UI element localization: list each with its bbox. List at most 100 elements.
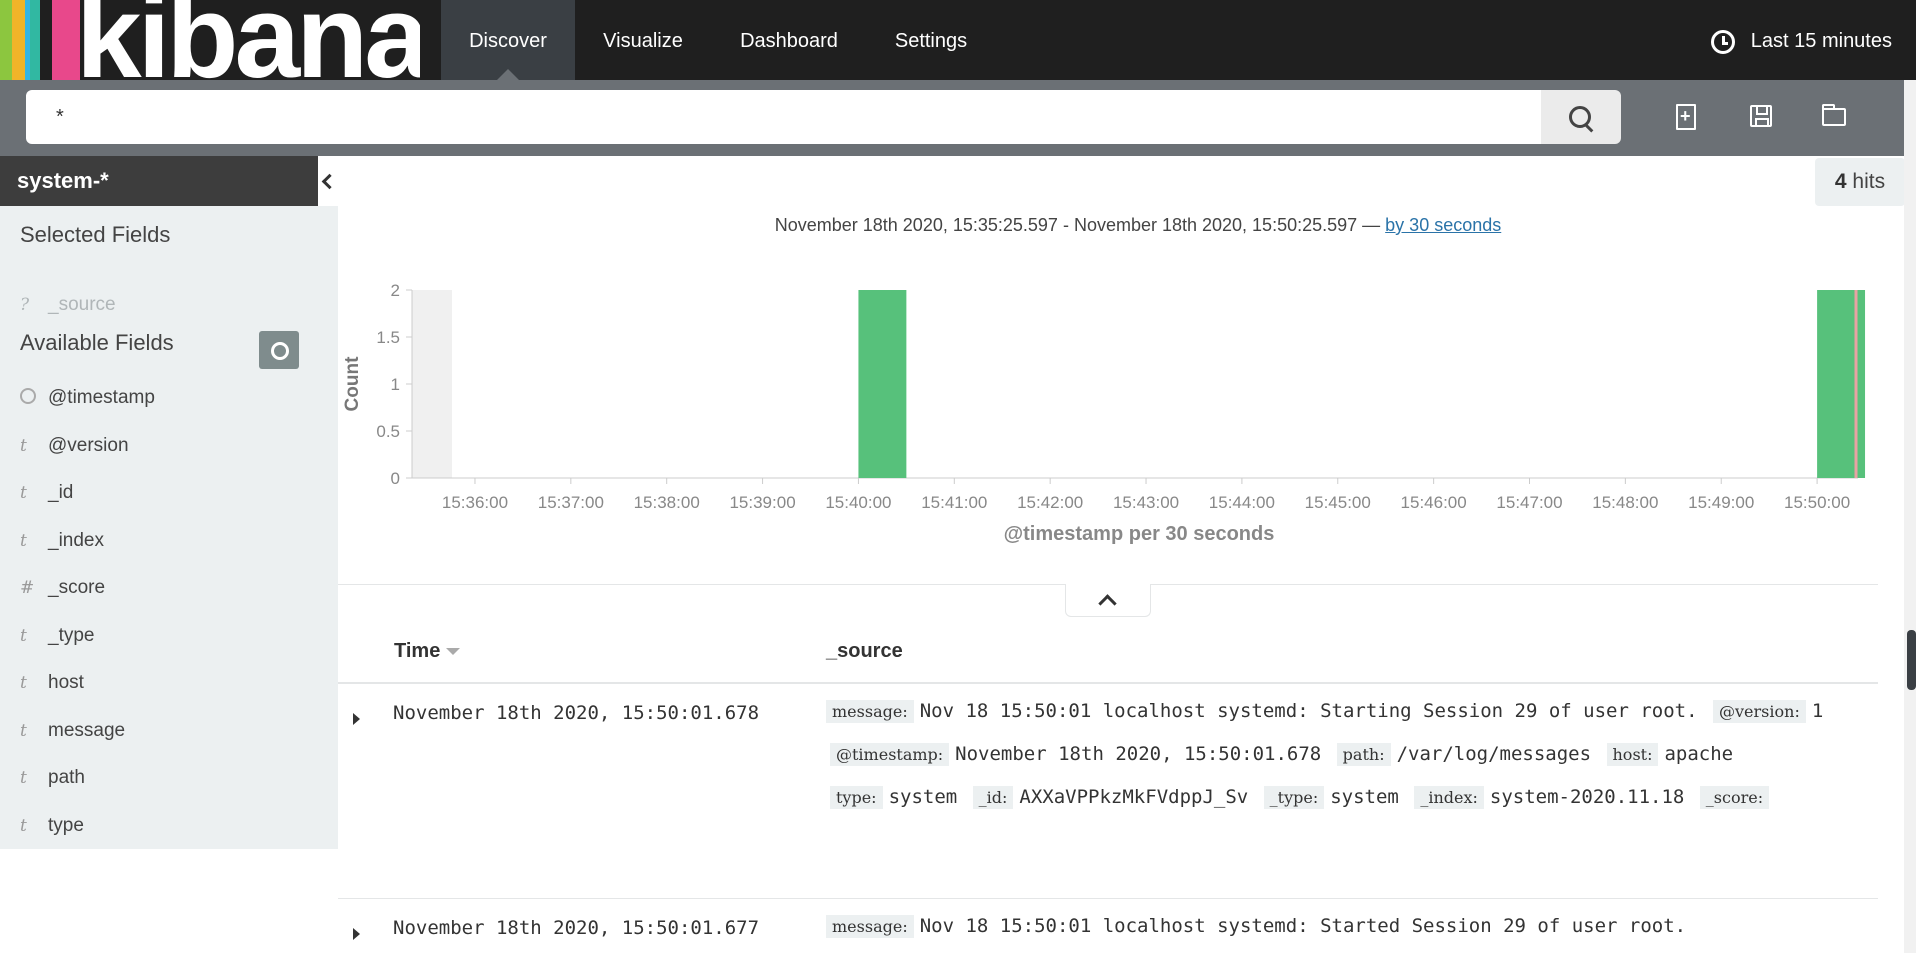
source-field: type: system <box>830 786 958 809</box>
expand-row-icon[interactable] <box>353 928 360 940</box>
field-item-score[interactable]: # _score <box>20 573 105 603</box>
column-header-label: Time <box>394 640 441 662</box>
source-field: message: Nov 18 15:50:01 localhost system… <box>826 915 1687 938</box>
field-item-index[interactable]: t _index <box>20 526 104 556</box>
source-key: _score: <box>1699 786 1770 809</box>
x-tick-label: 15:43:00 <box>1113 493 1179 512</box>
row-divider <box>338 898 1878 899</box>
collapse-sidebar-button[interactable] <box>318 156 338 206</box>
time-picker[interactable]: Last 15 minutes <box>1710 0 1892 80</box>
source-key: host: <box>1606 743 1659 766</box>
field-name: _source <box>48 294 116 315</box>
hits-count: 4 <box>1834 170 1847 193</box>
field-type-icon: t <box>20 436 27 456</box>
field-item-timestamp[interactable]: @timestamp <box>20 383 155 413</box>
x-tick-label: 15:41:00 <box>921 493 987 512</box>
save-icon <box>1750 105 1772 127</box>
time-range-label: Last 15 minutes <box>1750 30 1892 52</box>
interval-link[interactable]: by 30 seconds <box>1385 215 1501 235</box>
field-name: path <box>48 767 85 788</box>
source-field: @timestamp: November 18th 2020, 15:50:01.… <box>830 743 1322 766</box>
field-item-type[interactable]: t type <box>20 811 84 841</box>
source-value: system <box>888 786 958 808</box>
field-item-version[interactable]: t @version <box>20 431 129 461</box>
tab-settings[interactable]: Settings <box>867 0 995 80</box>
tab-discover[interactable]: Discover <box>441 0 575 80</box>
field-item-id[interactable]: t _id <box>20 478 73 508</box>
clock-icon <box>1710 30 1735 54</box>
source-field: _type: system <box>1263 786 1399 809</box>
field-name: _type <box>48 625 95 646</box>
column-header-source: _source <box>826 640 903 662</box>
save-search-button[interactable] <box>1742 102 1778 138</box>
source-value: /var/log/messages <box>1396 743 1592 765</box>
source-key: type: <box>830 786 883 809</box>
row-source: message: Nov 18 15:50:01 localhost system… <box>826 905 1871 948</box>
source-value: 1 <box>1811 700 1824 722</box>
column-header-time[interactable]: Time <box>394 640 461 663</box>
field-item-message[interactable]: t message <box>20 716 125 746</box>
kibana-logo[interactable]: kibana <box>0 0 420 80</box>
field-type-icon: t <box>20 673 27 693</box>
source-value: system <box>1330 786 1399 808</box>
field-type-icon: t <box>20 626 27 646</box>
field-sidebar: system-* Selected Fields ? _source Availa… <box>0 156 338 849</box>
source-value: apache <box>1664 743 1734 765</box>
sort-down-icon[interactable] <box>446 648 461 656</box>
page-scrollbar[interactable] <box>1904 80 1916 953</box>
source-key: message: <box>826 700 914 723</box>
source-key: message: <box>826 915 914 938</box>
source-field: _index: system-2020.11.18 <box>1414 786 1684 809</box>
field-type-icon: t <box>20 768 27 788</box>
field-type-icon: t <box>20 531 27 551</box>
source-value: November 18th 2020, 15:50:01.678 <box>955 743 1322 765</box>
row-source: message: Nov 18 15:50:01 localhost system… <box>826 690 1871 819</box>
search-button[interactable] <box>1541 90 1621 144</box>
source-key: _id: <box>972 786 1014 809</box>
y-tick-label: 1.5 <box>376 328 400 347</box>
y-tick-label: 1 <box>391 375 400 394</box>
new-search-button[interactable] <box>1668 102 1704 138</box>
search-input[interactable] <box>26 90 1541 144</box>
tab-dashboard[interactable]: Dashboard <box>711 0 867 80</box>
field-item-source[interactable]: ? _source <box>20 290 116 320</box>
selected-fields-title: Selected Fields <box>20 222 171 247</box>
search-icon <box>1569 106 1591 128</box>
toggle-chart-button[interactable] <box>1065 584 1151 617</box>
tab-visualize[interactable]: Visualize <box>575 0 711 80</box>
field-type-icon: # <box>20 578 35 598</box>
index-pattern-selector[interactable]: system-* <box>0 156 318 206</box>
row-time: November 18th 2020, 15:50:01.678 <box>393 702 760 724</box>
logo-wordmark: kibana <box>76 0 420 80</box>
folder-open-icon <box>1822 104 1846 126</box>
x-axis-title: @timestamp per 30 seconds <box>1004 523 1275 545</box>
available-fields-title: Available Fields <box>20 330 174 355</box>
source-value: AXXaVPPkzMkFVdppJ_Sv <box>1019 786 1249 808</box>
source-key: _index: <box>1414 786 1484 809</box>
field-name: host <box>48 672 84 693</box>
new-document-icon <box>1676 104 1696 130</box>
search-bar <box>0 80 1916 156</box>
field-name: type <box>48 815 84 836</box>
y-tick-label: 0 <box>391 469 400 488</box>
field-name: _index <box>48 530 104 551</box>
field-settings-button[interactable] <box>259 331 299 369</box>
source-key: @timestamp: <box>830 743 950 766</box>
field-item-type-meta[interactable]: t _type <box>20 621 94 651</box>
clock-icon <box>20 388 36 404</box>
open-search-button[interactable] <box>1816 102 1852 138</box>
field-item-path[interactable]: t path <box>20 763 85 793</box>
logo-stripe-yellow <box>12 0 25 80</box>
field-item-host[interactable]: t host <box>20 668 84 698</box>
y-tick-label: 0.5 <box>376 422 400 441</box>
scrollbar-thumb[interactable] <box>1907 630 1916 690</box>
x-tick-label: 15:40:00 <box>825 493 891 512</box>
time-range-summary: November 18th 2020, 15:35:25.597 - Novem… <box>338 215 1916 236</box>
field-name: _score <box>48 577 106 598</box>
x-tick-label: 15:38:00 <box>634 493 700 512</box>
expand-row-icon[interactable] <box>353 713 360 725</box>
source-field: @version: 1 <box>1713 700 1824 723</box>
source-value: Nov 18 15:50:01 localhost systemd: Start… <box>919 915 1687 937</box>
field-type-icon: ? <box>20 295 30 315</box>
header-divider <box>338 682 1878 684</box>
